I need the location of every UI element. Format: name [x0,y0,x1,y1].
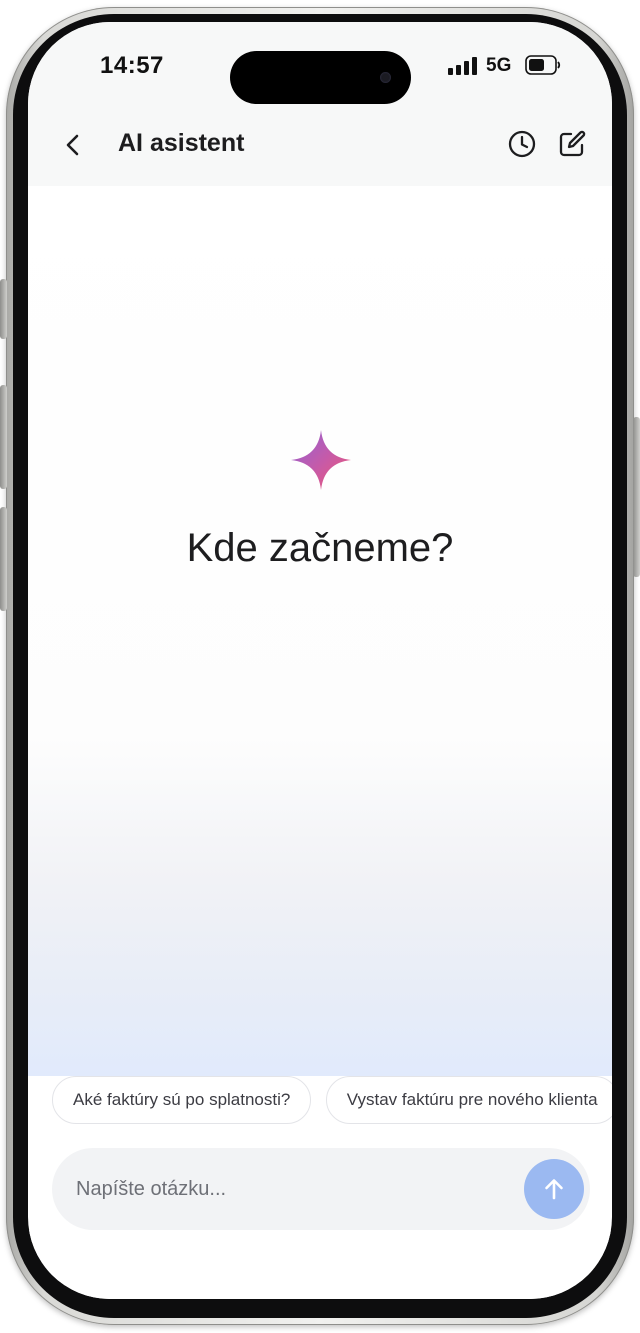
chevron-left-icon [66,134,79,156]
page-title: AI asistent [118,129,245,157]
status-time: 14:57 [100,52,164,79]
chat-area: Kde začneme? [28,186,612,1076]
suggestion-chip[interactable]: Vystav faktúru pre nového klienta [325,1076,612,1124]
volume-down-button [0,507,7,611]
front-camera [380,72,391,83]
status-bar: 14:57 5G [28,22,612,122]
arrow-up-icon [545,1179,563,1200]
message-input[interactable] [74,1148,494,1230]
empty-state-heading: Kde začneme? [186,526,454,570]
sparkle-icon [291,430,351,490]
message-composer [52,1148,590,1230]
home-indicator-area [28,1230,612,1299]
action-button [0,279,7,339]
clock-icon [508,130,536,158]
power-button [633,417,640,577]
screen: 14:57 5G AI asistent Kde začneme? Aké fa… [28,22,612,1299]
cellular-signal-icon [448,57,478,75]
compose-icon [559,130,586,157]
send-button[interactable] [524,1159,584,1219]
history-button[interactable] [506,128,538,160]
dynamic-island [230,51,411,104]
app-header: AI asistent [28,122,612,186]
new-chat-button[interactable] [556,128,588,160]
volume-up-button [0,385,7,489]
network-type: 5G [486,55,512,76]
suggestion-chip[interactable]: Aké faktúry sú po splatnosti? [52,1076,312,1124]
suggestion-list: Aké faktúry sú po splatnosti? Vystav fak… [52,1076,612,1126]
battery-icon [525,55,561,75]
back-button[interactable] [58,130,88,160]
